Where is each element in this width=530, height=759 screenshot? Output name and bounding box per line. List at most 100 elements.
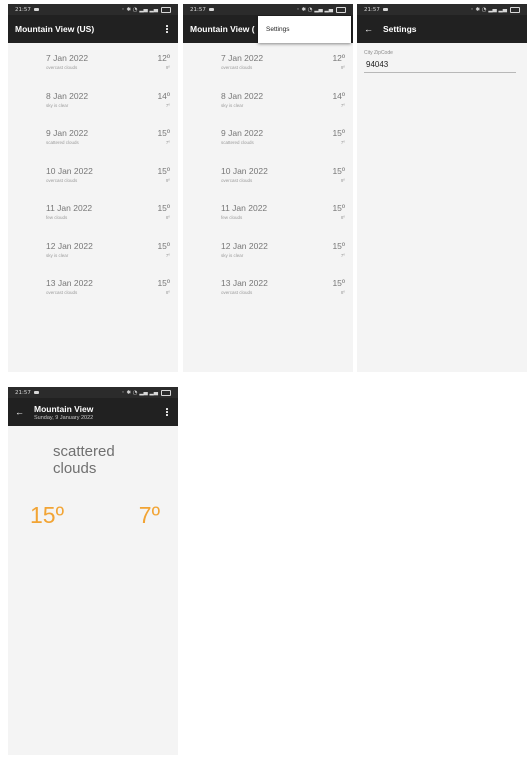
forecast-date: 11 Jan 2022 <box>46 203 93 213</box>
settings-screen: 21:57 ◦ ✱ ◔ ▂▄ ▂▄ ← Settings City ZipCod… <box>357 4 527 372</box>
title-block: Mountain View Sunday, 9 January 2022 <box>34 404 163 421</box>
signal-icons: ◦ ✱ ◔ ▂▄ ▂▄ <box>121 389 158 396</box>
forecast-desc: few clouds <box>46 215 68 220</box>
forecast-high: 15º <box>332 278 345 288</box>
forecast-row[interactable]: 9 Jan 2022 scattered clouds 15º 7º <box>183 120 353 158</box>
forecast-screen-menu-open: 21:57 ◦ ✱ ◔ ▂▄ ▂▄ Mountain View ( Settin… <box>183 4 353 372</box>
forecast-row[interactable]: 10 Jan 2022 overcast clouds 15º 9º <box>8 158 178 196</box>
forecast-high: 15º <box>332 240 345 251</box>
forecast-row[interactable]: 11 Jan 2022 few clouds 15º 8º <box>183 195 353 233</box>
forecast-desc: few clouds <box>221 215 243 220</box>
status-time: 21:57 <box>15 389 31 396</box>
forecast-high: 15º <box>157 128 170 138</box>
status-bar: 21:57 ◦ ✱ ◔ ▂▄ ▂▄ <box>183 4 353 15</box>
forecast-date: 10 Jan 2022 <box>221 165 268 176</box>
forecast-row[interactable]: 8 Jan 2022 sky is clear 14º 7º <box>8 83 178 121</box>
status-bar: 21:57 ◦ ✱ ◔ ▂▄ ▂▄ <box>357 4 527 15</box>
forecast-low: 8º <box>340 215 345 220</box>
forecast-row[interactable]: 12 Jan 2022 sky is clear 15º 7º <box>8 233 178 271</box>
arrow-left-icon[interactable]: ← <box>364 24 373 34</box>
forecast-date: 13 Jan 2022 <box>221 278 268 288</box>
forecast-desc: overcast clouds <box>221 290 253 295</box>
forecast-list: 7 Jan 2022 overcast clouds 12º 9º 8 Jan 202… <box>8 43 178 308</box>
forecast-row[interactable]: 13 Jan 2022 overcast clouds 15º 8º <box>183 270 353 308</box>
forecast-date: 7 Jan 2022 <box>221 53 264 63</box>
forecast-high: 15º <box>332 203 345 213</box>
status-time: 21:57 <box>15 6 31 13</box>
forecast-desc: scattered clouds <box>46 140 79 145</box>
forecast-low: 8º <box>165 290 170 295</box>
forecast-low: 7º <box>165 102 170 108</box>
forecast-row[interactable]: 13 Jan 2022 overcast clouds 15º 8º <box>8 270 178 308</box>
forecast-row[interactable]: 8 Jan 2022 sky is clear 14º 7º <box>183 83 353 121</box>
forecast-row[interactable]: 10 Jan 2022 overcast clouds 15º 9º <box>183 158 353 196</box>
forecast-date: 8 Jan 2022 <box>46 90 89 101</box>
forecast-date: 13 Jan 2022 <box>46 278 93 288</box>
battery-icon <box>336 6 346 13</box>
forecast-desc: sky is clear <box>46 252 69 258</box>
forecast-date: 9 Jan 2022 <box>46 128 89 138</box>
battery-icon <box>161 6 171 13</box>
more-vertical-icon[interactable] <box>163 25 171 33</box>
forecast-high: 12º <box>157 53 170 63</box>
date-subtitle: Sunday, 9 January 2022 <box>34 414 94 421</box>
battery-icon <box>161 389 171 396</box>
forecast-high: 14º <box>157 90 170 101</box>
forecast-low: 7º <box>340 140 345 145</box>
forecast-high: 15º <box>157 165 170 176</box>
forecast-high: 15º <box>157 203 170 213</box>
more-vertical-icon[interactable] <box>163 408 171 416</box>
detail-body: scattered clouds <box>8 426 178 477</box>
forecast-row[interactable]: 9 Jan 2022 scattered clouds 15º 7º <box>8 120 178 158</box>
forecast-screen: 21:57 ◦ ✱ ◔ ▂▄ ▂▄ Mountain View (US) 7 J… <box>8 4 178 372</box>
forecast-date: 10 Jan 2022 <box>46 165 93 176</box>
detail-screen: 21:57 ◦ ✱ ◔ ▂▄ ▂▄ ← Mountain View Sunday… <box>8 387 178 755</box>
forecast-list: 7 Jan 2022 overcast clouds 12º 9º 8 Jan 202… <box>183 43 353 308</box>
app-bar: ← Mountain View Sunday, 9 January 2022 <box>8 398 178 426</box>
forecast-low: 9º <box>165 65 170 70</box>
message-icon <box>208 7 214 12</box>
arrow-left-icon[interactable]: ← <box>15 407 24 417</box>
zipcode-field[interactable]: 94043 <box>364 60 516 73</box>
forecast-high: 15º <box>157 240 170 251</box>
app-bar: Mountain View ( Settings <box>183 15 353 43</box>
forecast-row[interactable]: 7 Jan 2022 overcast clouds 12º 9º <box>183 45 353 83</box>
forecast-desc: overcast clouds <box>46 177 78 183</box>
forecast-row[interactable]: 11 Jan 2022 few clouds 15º 8º <box>8 195 178 233</box>
forecast-date: 12 Jan 2022 <box>221 240 268 251</box>
settings-body: City ZipCode 94043 <box>357 43 527 80</box>
menu-item-settings[interactable]: Settings <box>258 16 351 43</box>
app-title: Mountain View (US) <box>15 24 95 34</box>
forecast-low: 8º <box>165 215 170 220</box>
message-icon <box>33 390 39 395</box>
weather-description: scattered clouds <box>53 443 178 477</box>
forecast-date: 8 Jan 2022 <box>221 90 264 101</box>
max-temperature: 15º <box>30 502 64 528</box>
forecast-desc: scattered clouds <box>221 140 254 145</box>
page-title: Settings <box>383 24 417 34</box>
forecast-low: 9º <box>340 177 345 183</box>
forecast-high: 14º <box>332 90 345 101</box>
forecast-desc: sky is clear <box>221 252 244 258</box>
app-bar: ← Settings <box>357 15 527 43</box>
forecast-low: 7º <box>165 140 170 145</box>
forecast-high: 15º <box>332 128 345 138</box>
weather-description-line2: clouds <box>53 460 97 477</box>
forecast-row[interactable]: 12 Jan 2022 sky is clear 15º 7º <box>183 233 353 271</box>
location-title: Mountain View <box>34 403 94 414</box>
forecast-date: 7 Jan 2022 <box>46 53 89 63</box>
forecast-date: 9 Jan 2022 <box>221 128 264 138</box>
forecast-row[interactable]: 7 Jan 2022 overcast clouds 12º 9º <box>8 45 178 83</box>
status-time: 21:57 <box>364 6 380 13</box>
forecast-date: 12 Jan 2022 <box>46 240 93 251</box>
message-icon <box>382 7 388 12</box>
forecast-low: 7º <box>340 252 345 258</box>
forecast-desc: sky is clear <box>221 102 244 108</box>
forecast-low: 9º <box>165 177 170 183</box>
status-bar: 21:57 ◦ ✱ ◔ ▂▄ ▂▄ <box>8 4 178 15</box>
status-time: 21:57 <box>190 6 206 13</box>
forecast-low: 7º <box>340 102 345 108</box>
forecast-low: 7º <box>165 252 170 258</box>
min-temperature: 7º <box>138 502 160 528</box>
zipcode-label: City ZipCode <box>364 50 393 56</box>
